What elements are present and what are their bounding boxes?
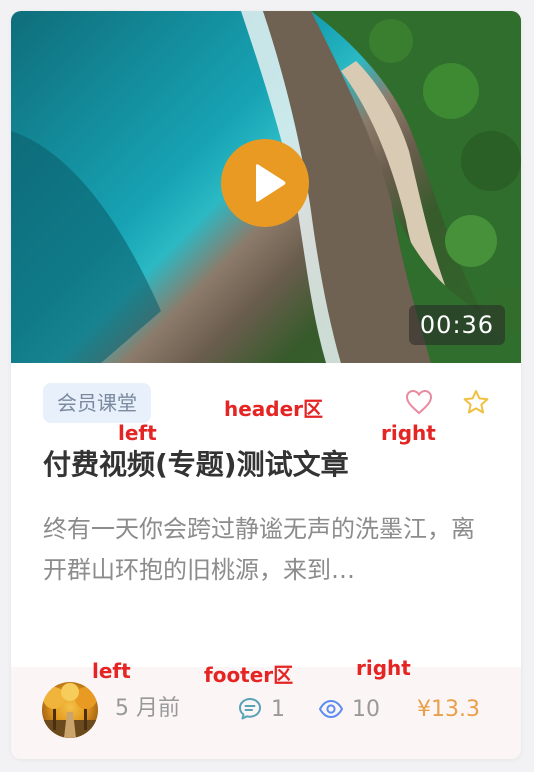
- favorite-button[interactable]: [462, 389, 490, 419]
- article-card[interactable]: 00:36 会员课堂 header区 left right 付费视频(专题)测试…: [11, 11, 521, 759]
- article-excerpt: 终有一天你会跨过静谧无声的洗墨江，离开群山环抱的旧桃源，来到…: [43, 515, 475, 584]
- video-duration: 00:36: [409, 305, 505, 345]
- header-annotation: header区: [224, 397, 324, 421]
- heart-icon: [405, 389, 433, 415]
- article-title[interactable]: 付费视频(专题)测试文章: [43, 443, 503, 483]
- comment-icon: [239, 698, 261, 720]
- video-thumbnail[interactable]: 00:36: [11, 11, 521, 363]
- price: ¥13.3: [417, 696, 480, 722]
- footer-left-annotation: left: [92, 659, 131, 683]
- category-tag[interactable]: 会员课堂: [43, 383, 151, 423]
- header-left-annotation: left: [118, 421, 157, 445]
- footer-right-annotation: right: [356, 656, 411, 680]
- like-button[interactable]: [405, 389, 433, 419]
- author-avatar[interactable]: [42, 682, 98, 738]
- comments-count: 1: [271, 696, 285, 722]
- publish-time: 5 月前: [115, 696, 180, 721]
- views-count: 10: [352, 696, 380, 722]
- views-stat: 10: [318, 694, 380, 724]
- eye-icon: [319, 700, 343, 718]
- footer-annotation: footer区: [204, 663, 294, 687]
- star-icon: [463, 390, 489, 414]
- comments-stat[interactable]: 1: [237, 694, 285, 724]
- play-button[interactable]: [221, 139, 309, 227]
- play-icon: [256, 164, 286, 202]
- header-right-annotation: right: [381, 421, 436, 445]
